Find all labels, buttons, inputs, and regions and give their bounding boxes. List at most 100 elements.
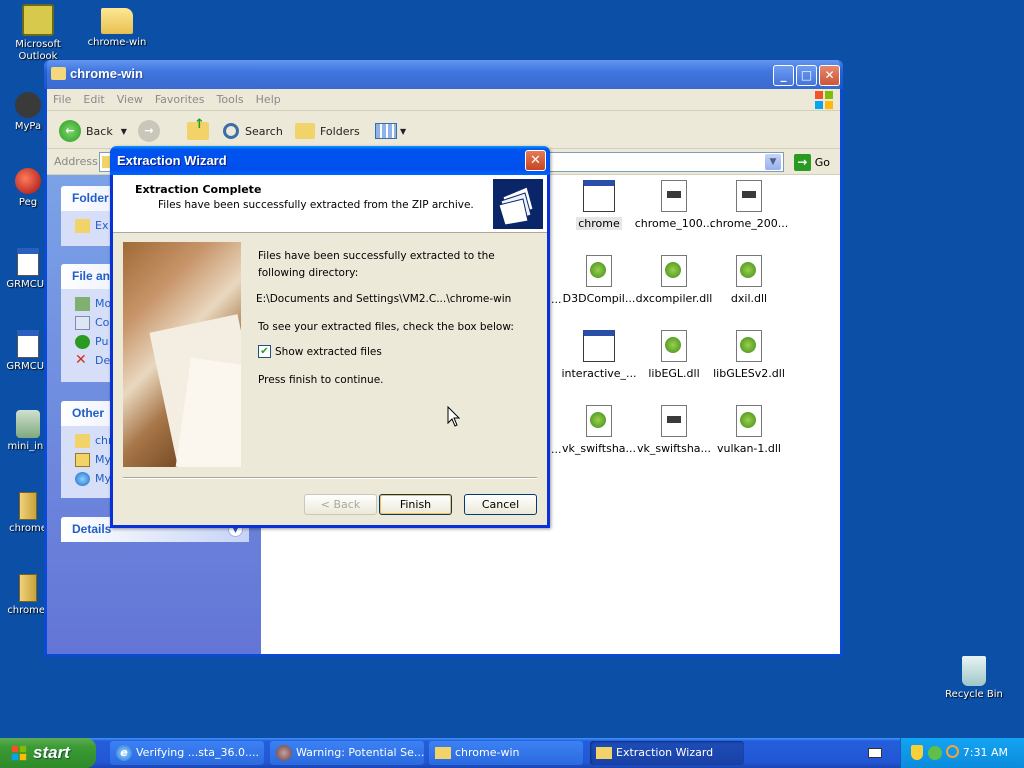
desktop-icon-chrome-win[interactable]: chrome-win [79,4,155,49]
forward-button[interactable]: → [138,119,160,143]
menu-edit[interactable]: Edit [77,89,110,110]
file-item[interactable]: D3DCompil... [556,255,642,305]
file-name: libGLESv2.dll [713,367,785,380]
folders-button[interactable]: Folders [295,119,360,143]
taskbar-button-verifying[interactable]: e Verifying ...sta_36.0.... [110,741,264,765]
wizard-title: Extraction Wizard [117,153,227,168]
file-name: dxcompiler.dll [635,292,713,305]
dll-icon [661,255,687,287]
window-title: chrome-win [70,66,143,81]
wizard-side-image [123,242,241,467]
close-button[interactable]: ✕ [819,65,840,86]
toolbar: ← Back ▼ → ↑ Search Folders ▼ [47,111,840,149]
menu-favorites[interactable]: Favorites [149,89,211,110]
window-icon [17,330,39,358]
taskbar-button-label: Warning: Potential Se... [296,746,424,759]
chevron-down-icon: ▼ [120,126,127,136]
cancel-button[interactable]: Cancel [464,494,537,515]
file-item[interactable]: chrome [556,180,642,230]
taskbar-button-warning[interactable]: Warning: Potential Se... [270,741,424,765]
folder-icon [75,434,90,448]
up-folder-button[interactable]: ↑ [187,117,209,143]
search-button[interactable]: Search [223,119,283,143]
dll-icon [586,255,612,287]
my-documents-icon [75,453,90,467]
panel-link-label: Ex [95,219,109,232]
back-button[interactable]: ← Back ▼ [59,119,127,143]
file-name: libEGL.dll [648,367,700,380]
move-icon [75,297,90,311]
file-name: chrome_200... [709,217,789,230]
windows-logo-icon [815,91,833,109]
forward-arrow-icon: → [138,120,160,142]
go-arrow-icon: → [793,154,811,171]
mouse-cursor-icon [447,406,461,427]
search-tray-icon[interactable] [946,745,959,758]
desktop-icon-recycle-bin[interactable]: Recycle Bin [936,656,1012,701]
taskbar-button-chrome-win[interactable]: chrome-win [429,741,583,765]
back-button[interactable]: < Back [304,494,377,515]
menu-help[interactable]: Help [250,89,287,110]
views-button[interactable]: ▼ [375,119,406,143]
security-shield-icon[interactable] [911,745,923,760]
clock[interactable]: 7:31 AM [963,746,1008,759]
checkbox-check-icon[interactable]: ✔ [258,345,271,358]
wizard-header-subtitle: Files have been successfully extracted f… [158,199,474,211]
file-icon [661,405,687,437]
file-item[interactable]: dxcompiler.dll [631,255,717,305]
menu-bar: File Edit View Favorites Tools Help [47,89,840,111]
file-item[interactable]: interactive_... [556,330,642,380]
start-button[interactable]: start [0,738,96,768]
wizard-titlebar[interactable]: Extraction Wizard ✕ [110,146,550,175]
dll-icon [736,330,762,362]
search-icon [223,123,239,139]
delete-icon: ✕ [75,352,87,368]
maximize-button[interactable]: □ [796,65,817,86]
keyboard-icon[interactable] [868,748,882,758]
network-icon[interactable] [928,746,942,760]
file-item[interactable]: vulkan-1.dll [706,405,792,455]
desktop-icon-outlook[interactable]: Microsoft Outlook [0,4,76,63]
app-icon [15,168,41,194]
file-name: vk_swiftsha... [636,442,712,455]
minimize-button[interactable]: _ [773,65,794,86]
file-name: chrome [576,217,622,230]
taskbar-button-extraction-wizard[interactable]: Extraction Wizard [590,741,744,765]
ie-icon: e [116,745,132,761]
file-item[interactable]: libEGL.dll [631,330,717,380]
file-item[interactable]: chrome_100... [631,180,717,230]
publish-icon [75,335,90,349]
show-extracted-files-checkbox[interactable]: ✔ Show extracted files [258,345,382,358]
file-item[interactable]: chrome_200... [706,180,792,230]
close-button[interactable]: ✕ [525,150,546,171]
explorer-titlebar[interactable]: chrome-win _ □ ✕ [44,60,843,89]
file-item[interactable]: libGLESv2.dll [706,330,792,380]
menu-tools[interactable]: Tools [211,89,250,110]
folder-icon [435,747,451,759]
menu-view[interactable]: View [111,89,149,110]
exe-window-icon [583,180,615,212]
divider [123,477,537,479]
menu-file[interactable]: File [47,89,77,110]
finish-button[interactable]: Finish [379,494,452,515]
dll-icon [736,255,762,287]
taskbar-button-label: chrome-win [455,746,520,759]
wizard-header: Extraction Complete Files have been succ… [113,175,547,233]
up-folder-icon: ↑ [187,117,209,140]
panel-link-label: Pu [95,335,109,348]
file-name: vulkan-1.dll [717,442,781,455]
address-dropdown-icon[interactable]: ▼ [765,154,781,170]
panel-link-label: Mo [95,297,112,310]
back-arrow-icon: ← [59,120,81,142]
file-item[interactable]: dxil.dll [706,255,792,305]
file-item[interactable]: vk_swiftsha... [556,405,642,455]
outlook-icon [22,4,54,36]
file-item[interactable]: vk_swiftsha... [631,405,717,455]
my-pc-icon [15,92,41,118]
copy-icon [75,316,90,330]
folders-label: Folders [320,124,360,138]
panel-link-label: Co [95,316,110,329]
panel-link-label: My [95,453,112,466]
go-button[interactable]: → Go [793,154,830,171]
extract-path: E:\Documents and Settings\VM2.C...\chrom… [256,293,512,305]
